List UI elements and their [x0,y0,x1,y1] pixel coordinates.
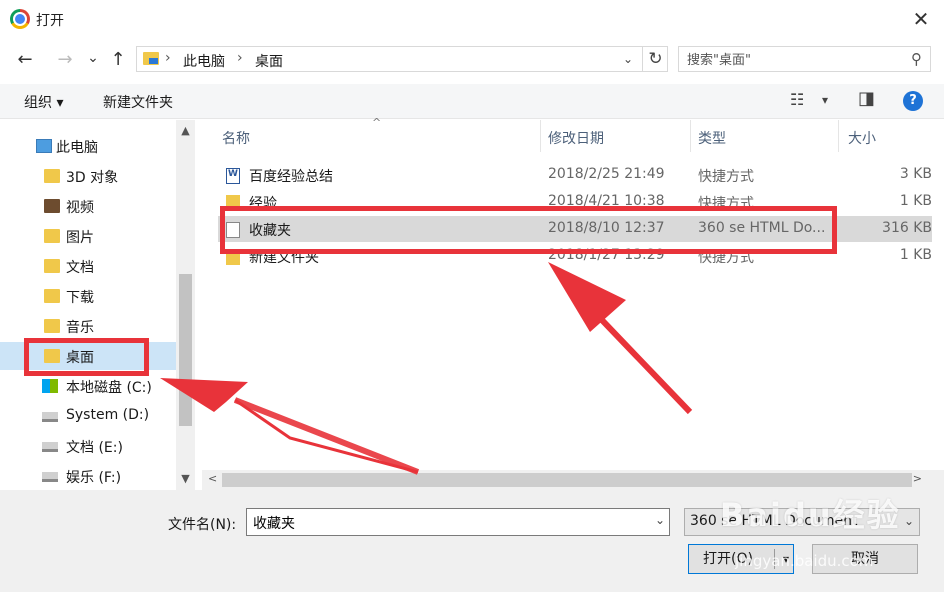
annotation-arrow-to-file [597,315,693,415]
annotation-arrow-shaft [233,397,420,475]
arrowhead-file [548,262,626,332]
arrowhead-desktop [160,378,248,412]
baidu-watermark: Baidu经验 [720,496,901,534]
watermark-url: jingyan.baidu.com [735,552,874,570]
